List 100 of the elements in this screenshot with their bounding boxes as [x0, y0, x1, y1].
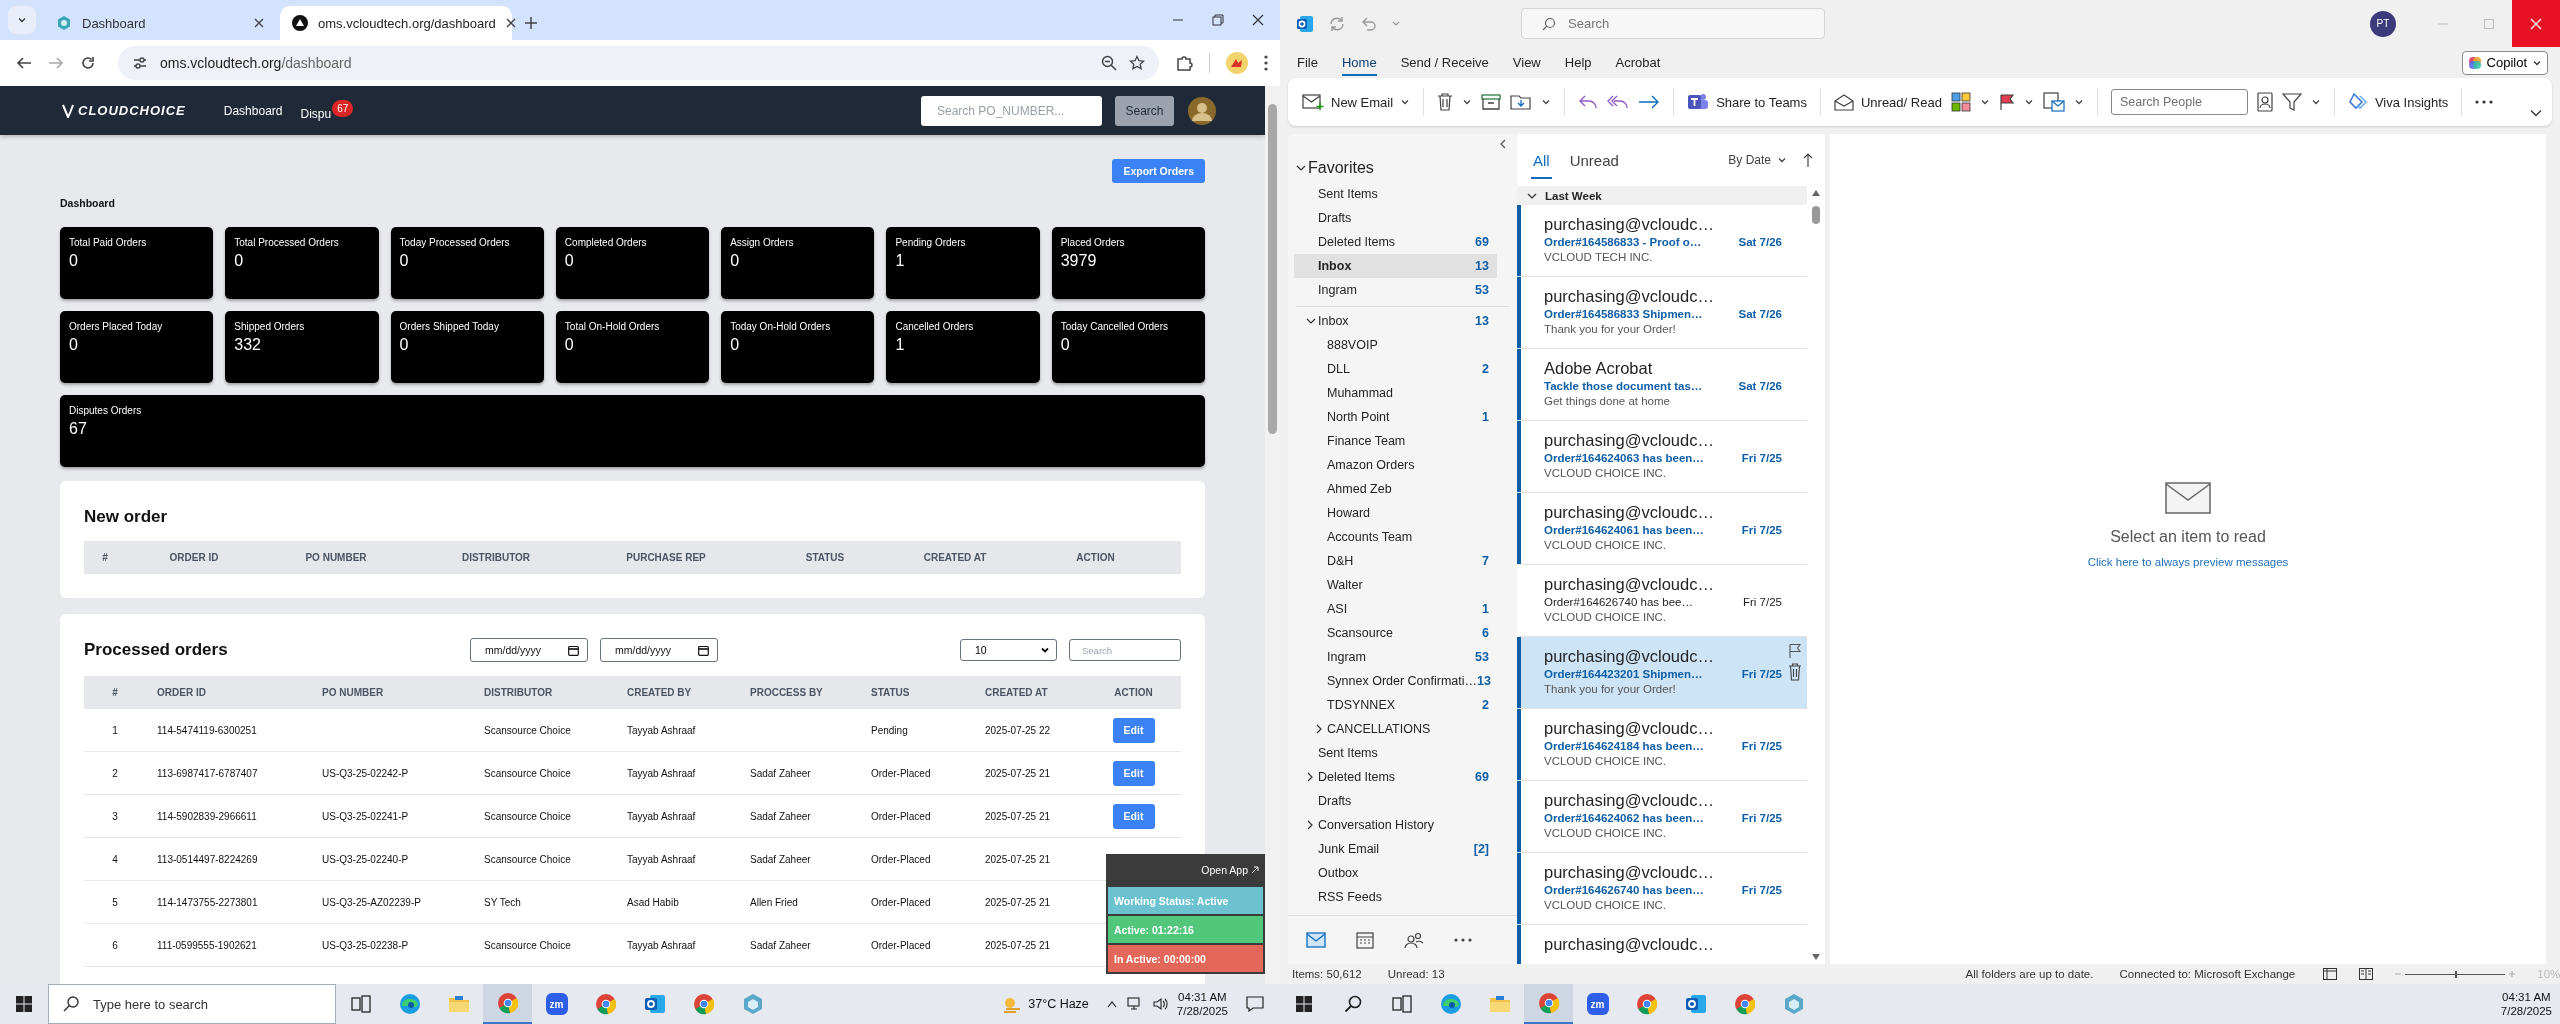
avatar[interactable]: PT: [2370, 10, 2396, 37]
copilot-button[interactable]: Copilot: [2461, 50, 2548, 75]
zoom-out-icon[interactable]: [1101, 55, 1117, 71]
folder-item[interactable]: Conversation History: [1294, 813, 1497, 837]
caret-icon[interactable]: [1541, 97, 1552, 107]
archive-icon[interactable]: [1481, 93, 1502, 111]
scroll-down-icon[interactable]: [1812, 954, 1820, 960]
edit-button[interactable]: Edit: [1112, 717, 1155, 743]
folder-item[interactable]: Deleted Items 69: [1294, 765, 1497, 789]
folder-item[interactable]: RSS Feeds: [1294, 885, 1497, 909]
caret-icon[interactable]: [2023, 97, 2034, 107]
calendar-icon[interactable]: [568, 644, 579, 656]
folder-item[interactable]: Inbox 13: [1294, 254, 1497, 278]
folder-item[interactable]: DLL 2: [1294, 357, 1497, 381]
nav-link[interactable]: Dispu 67: [300, 100, 354, 121]
folder-item[interactable]: Sent Items: [1294, 741, 1497, 765]
more-icon[interactable]: [2475, 100, 2494, 104]
menu-tab[interactable]: View: [1500, 49, 1553, 76]
favorites-header[interactable]: Favorites: [1288, 154, 1517, 182]
site-settings-icon[interactable]: [132, 55, 148, 71]
flag-icon[interactable]: [1788, 643, 1802, 659]
forward-icon[interactable]: [1638, 93, 1661, 111]
folder-item[interactable]: Ingram 53: [1294, 278, 1497, 302]
group-header[interactable]: Last Week: [1517, 186, 1807, 205]
folder-item[interactable]: Accounts Team: [1294, 525, 1497, 549]
scroll-up-icon[interactable]: [1812, 190, 1820, 196]
search-field[interactable]: Type here to search: [48, 984, 336, 1024]
unread-read-button[interactable]: Unread/ Read: [1833, 93, 1942, 111]
folder-item[interactable]: Ingram 53: [1294, 645, 1497, 669]
edit-button[interactable]: Edit: [1112, 803, 1155, 829]
folder-item[interactable]: Junk Email [2]: [1294, 837, 1497, 861]
collapse-ribbon-icon[interactable]: [2530, 109, 2542, 117]
chevron-down-icon[interactable]: [1296, 164, 1306, 172]
avatar[interactable]: [1188, 96, 1216, 125]
back-icon[interactable]: [16, 55, 32, 71]
zoom-slider[interactable]: [2395, 971, 2516, 977]
folder-item[interactable]: Inbox 13: [1294, 309, 1497, 333]
edit-button[interactable]: Edit: [1112, 760, 1155, 786]
page-size-select[interactable]: 10: [960, 639, 1057, 661]
folder-item[interactable]: Finance Team: [1294, 429, 1497, 453]
calendar-icon[interactable]: [698, 644, 709, 656]
mail-app-icon[interactable]: [1296, 14, 1314, 33]
chevron-down-icon[interactable]: [1306, 317, 1316, 325]
flag-icon[interactable]: [1998, 93, 2015, 111]
scroll-thumb[interactable]: [1812, 206, 1820, 224]
message-item[interactable]: purchasing@vcloudc… Order#164423201 Shipmen… Fri 7/25 Thank you for your Order!: [1517, 637, 1807, 709]
caret-icon[interactable]: [2310, 97, 2321, 107]
scrollbar[interactable]: [1265, 86, 1280, 984]
folder-item[interactable]: Sent Items: [1294, 182, 1497, 206]
new-tab-icon[interactable]: [524, 16, 538, 30]
folder-item[interactable]: Ahmed Zeb: [1294, 477, 1497, 501]
caret-icon[interactable]: [17, 15, 27, 25]
folder-item[interactable]: ASI 1: [1294, 597, 1497, 621]
search-field[interactable]: Search: [1521, 8, 1825, 39]
chevron-right-icon[interactable]: [1306, 772, 1314, 782]
reload-icon[interactable]: [80, 55, 96, 71]
address-book-icon[interactable]: [2256, 92, 2273, 112]
new-email-button[interactable]: New Email: [1302, 93, 1411, 111]
reply-all-icon[interactable]: [1607, 93, 1630, 111]
rules-icon[interactable]: [2042, 92, 2065, 112]
menu-tab[interactable]: Help: [1552, 49, 1604, 76]
folder-item[interactable]: Scansource 6: [1294, 621, 1497, 645]
folder-item[interactable]: D&H 7: [1294, 549, 1497, 573]
normal-view-icon[interactable]: [2323, 968, 2338, 980]
move-icon[interactable]: [1510, 93, 1533, 111]
folder-item[interactable]: Synnex Order Confirmati…13: [1294, 669, 1497, 693]
chevron-up-icon[interactable]: [1106, 1000, 1117, 1008]
sort-direction-icon[interactable]: [1803, 152, 1813, 168]
folder-item[interactable]: TDSYNNEX 2: [1294, 693, 1497, 717]
chevron-right-icon[interactable]: [1315, 724, 1323, 734]
weather-text[interactable]: 37°C Haze: [1028, 997, 1089, 1011]
people-icon[interactable]: [1404, 931, 1424, 949]
caret-icon[interactable]: [1040, 645, 1050, 655]
notification-icon[interactable]: [1246, 996, 1264, 1012]
menu-tab[interactable]: Acrobat: [1603, 49, 1673, 76]
clock[interactable]: 04:31 AM 7/28/2025: [2492, 990, 2560, 1018]
menu-tab[interactable]: Send / Receive: [1388, 49, 1501, 76]
nav-link[interactable]: Dashboard: [223, 103, 283, 118]
filter-icon[interactable]: [2281, 93, 2302, 111]
restore-icon[interactable]: [1212, 14, 1224, 26]
chevron-right-icon[interactable]: [1306, 820, 1314, 830]
menu-tab[interactable]: Home: [1329, 49, 1389, 76]
slider-thumb[interactable]: [2455, 970, 2458, 978]
folder-item[interactable]: Walter: [1294, 573, 1497, 597]
scroll-thumb[interactable]: [1268, 104, 1277, 434]
categorize-icon[interactable]: [1950, 92, 1971, 112]
collapse-pane-icon[interactable]: [1499, 139, 1507, 149]
folder-item[interactable]: Outbox: [1294, 861, 1497, 885]
close-icon[interactable]: [1252, 14, 1264, 26]
folder-item[interactable]: Drafts: [1294, 206, 1497, 230]
folder-item[interactable]: CANCELLATIONS: [1294, 717, 1497, 741]
menu-tab[interactable]: File: [1285, 49, 1330, 76]
folder-item[interactable]: Howard: [1294, 501, 1497, 525]
clock[interactable]: 04:31 AM 7/28/2025: [1168, 990, 1236, 1018]
network-icon[interactable]: [1126, 997, 1143, 1011]
delete-icon[interactable]: [1437, 93, 1454, 111]
folder-item[interactable]: North Point 1: [1294, 405, 1497, 429]
sort-button[interactable]: By Date: [1728, 153, 1787, 167]
folder-item[interactable]: Drafts: [1294, 789, 1497, 813]
caret-icon[interactable]: [1462, 97, 1473, 107]
